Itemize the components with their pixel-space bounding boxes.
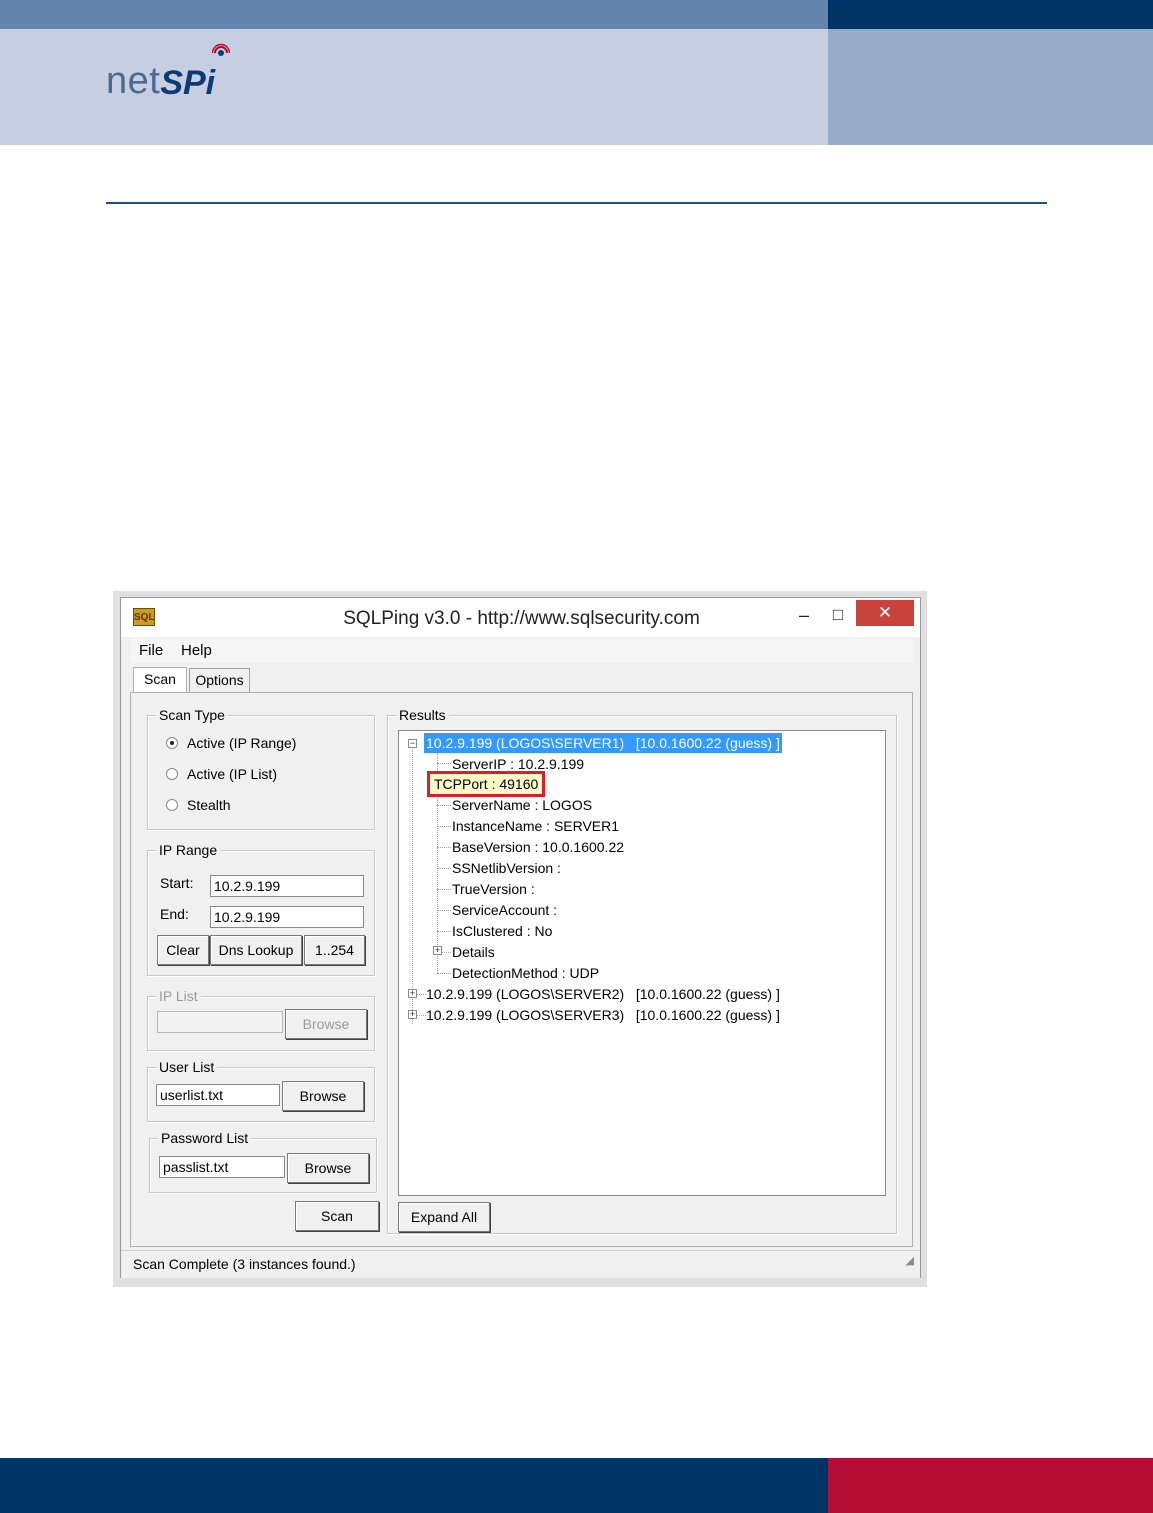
header-top-accent: [828, 0, 1153, 29]
scan-tab-page: Scan Type Active (IP Range) Active (IP L…: [130, 692, 913, 1247]
tree-node-instance-name[interactable]: InstanceName : SERVER1: [452, 816, 619, 836]
tree-line: [437, 973, 451, 974]
tree-line: [437, 763, 451, 764]
logo-signal-icon: [212, 43, 230, 56]
expand-icon[interactable]: +: [408, 989, 417, 998]
radio-label: Active (IP List): [187, 766, 277, 782]
menu-help[interactable]: Help: [181, 642, 212, 659]
user-list-group: User List Browse: [147, 1058, 375, 1122]
radio-active-ip-range[interactable]: Active (IP Range): [166, 733, 296, 753]
end-ip-field[interactable]: [210, 906, 364, 928]
user-list-field[interactable]: [156, 1084, 280, 1106]
status-text: Scan Complete (3 instances found.): [133, 1256, 356, 1272]
radio-active-ip-list[interactable]: Active (IP List): [166, 764, 277, 784]
expand-icon[interactable]: +: [408, 1010, 417, 1019]
ip-range-group: IP Range Start: End: Clear Dns Lookup 1.…: [147, 841, 375, 976]
radio-checked-icon: [166, 737, 178, 749]
dns-lookup-button[interactable]: Dns Lookup: [210, 935, 302, 965]
tree-node-server3[interactable]: 10.2.9.199 (LOGOS\SERVER3) [10.0.1600.22…: [426, 1005, 780, 1025]
status-bar: Scan Complete (3 instances found.) ◢: [121, 1250, 920, 1278]
clear-button[interactable]: Clear: [157, 935, 209, 965]
password-list-group: Password List Browse: [149, 1129, 377, 1193]
tree-line: [437, 805, 451, 806]
ip-list-title: IP List: [156, 987, 201, 1005]
ip-list-field: [157, 1011, 283, 1033]
radio-unchecked-icon: [166, 768, 178, 780]
ip-list-group: IP List Browse: [147, 987, 375, 1051]
title-bar[interactable]: SQL SQLPing v3.0 - http://www.sqlsecurit…: [121, 598, 920, 637]
radio-label: Active (IP Range): [187, 735, 297, 751]
tree-line: [437, 847, 451, 848]
tree-node-ssnetlib-version[interactable]: SSNetlibVersion :: [452, 858, 561, 878]
tree-node-service-account[interactable]: ServiceAccount :: [452, 900, 557, 920]
expand-all-button[interactable]: Expand All: [398, 1202, 490, 1232]
radio-stealth[interactable]: Stealth: [166, 795, 231, 815]
footer-band: [0, 1458, 828, 1513]
tree-line: [437, 868, 451, 869]
tree-node-true-version[interactable]: TrueVersion :: [452, 879, 535, 899]
password-list-browse-button[interactable]: Browse: [287, 1153, 369, 1183]
logo-net-text: net: [106, 60, 161, 102]
tree-node-server2[interactable]: 10.2.9.199 (LOGOS\SERVER2) [10.0.1600.22…: [426, 984, 780, 1004]
start-label: Start:: [160, 875, 194, 891]
header-band-accent: [828, 29, 1153, 145]
range-1-254-button[interactable]: 1..254: [304, 935, 365, 965]
header-top-stripe: [0, 0, 828, 29]
scan-type-title: Scan Type: [156, 706, 228, 724]
results-tree[interactable]: − 10.2.9.199 (LOGOS\SERVER1) [10.0.1600.…: [398, 730, 886, 1196]
tree-line: [412, 746, 413, 1024]
password-list-title: Password List: [158, 1129, 252, 1147]
ip-range-title: IP Range: [156, 841, 221, 859]
results-group: Results − 10.2.9.199 (LOGOS\SERVER1) [10…: [387, 706, 897, 1234]
tree-line: [437, 889, 451, 890]
resize-grip-icon[interactable]: ◢: [906, 1248, 914, 1274]
user-list-browse-button[interactable]: Browse: [282, 1081, 364, 1111]
footer-accent: [828, 1458, 1153, 1513]
expand-icon[interactable]: +: [433, 946, 442, 955]
netspi-logo: net SPi: [106, 43, 230, 102]
tree-node-tcp-port[interactable]: TCPPort : 49160: [426, 771, 546, 797]
start-ip-field[interactable]: [210, 875, 364, 897]
tree-node-server-name[interactable]: ServerName : LOGOS: [452, 795, 592, 815]
sqlping-window: SQL SQLPing v3.0 - http://www.sqlsecurit…: [120, 597, 921, 1278]
password-list-field[interactable]: [159, 1156, 285, 1178]
menu-file[interactable]: File: [139, 642, 163, 659]
ip-list-browse-button: Browse: [285, 1009, 367, 1039]
tree-node-base-version[interactable]: BaseVersion : 10.0.1600.22: [452, 837, 624, 857]
tab-options[interactable]: Options: [189, 668, 250, 692]
end-label: End:: [160, 906, 189, 922]
header-rule: [106, 202, 1047, 204]
tree-node-details[interactable]: Details: [452, 942, 495, 962]
scan-type-group: Scan Type Active (IP Range) Active (IP L…: [147, 706, 375, 830]
scan-button[interactable]: Scan: [295, 1201, 379, 1231]
user-list-title: User List: [156, 1058, 218, 1076]
tree-line: [437, 826, 451, 827]
tab-scan[interactable]: Scan: [133, 667, 187, 693]
tree-line: [437, 931, 451, 932]
tree-node-server-ip[interactable]: ServerIP : 10.2.9.199: [452, 754, 584, 774]
maximize-button[interactable]: □: [826, 604, 850, 628]
tree-node-is-clustered[interactable]: IsClustered : No: [452, 921, 552, 941]
close-button[interactable]: ✕: [856, 600, 914, 626]
collapse-icon[interactable]: −: [408, 739, 417, 748]
radio-unchecked-icon: [166, 799, 178, 811]
logo-spi-text: SPi: [160, 64, 216, 102]
radio-label: Stealth: [187, 797, 231, 813]
minimize-button[interactable]: –: [792, 604, 816, 628]
tree-line: [437, 910, 451, 911]
menu-bar: File Help: [130, 639, 913, 663]
results-title: Results: [396, 706, 449, 724]
tree-node-server1[interactable]: 10.2.9.199 (LOGOS\SERVER1) [10.0.1600.22…: [424, 733, 782, 753]
tree-node-detection-method[interactable]: DetectionMethod : UDP: [452, 963, 599, 983]
